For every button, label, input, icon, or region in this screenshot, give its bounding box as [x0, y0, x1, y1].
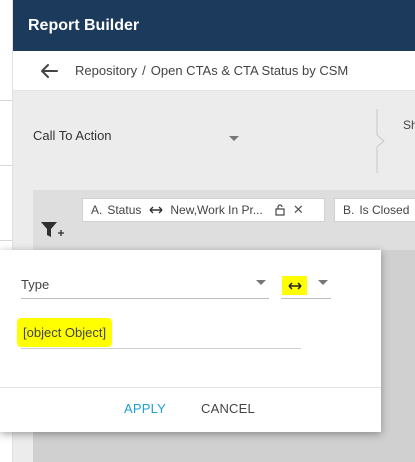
divider [0, 165, 13, 166]
double-arrow-icon [149, 206, 163, 214]
divider [0, 240, 13, 241]
apply-button[interactable]: APPLY [124, 401, 166, 416]
lock-open-icon[interactable] [275, 204, 285, 216]
caret-down-icon[interactable] [318, 280, 328, 285]
filter-field-value: Type [21, 277, 50, 292]
caret-down-icon[interactable] [229, 136, 239, 141]
breadcrumb-root[interactable]: Repository [75, 63, 137, 78]
breadcrumb-current: Open CTAs & CTA Status by CSM [150, 63, 349, 78]
filter-letter: B. [343, 203, 355, 217]
filter-chip-is-closed[interactable]: B. Is Closed [334, 198, 415, 222]
page-title: Report Builder [28, 16, 140, 34]
filter-field-label: Is Closed [359, 203, 410, 217]
caret-down-icon[interactable] [256, 280, 266, 285]
filter-value-input[interactable]: [object Object] [17, 318, 301, 349]
cancel-button[interactable]: CANCEL [201, 401, 255, 416]
filter-chip-status[interactable]: A. Status New,Work In Pr... ✕ [82, 198, 325, 222]
next-step-label[interactable]: Sh [403, 118, 415, 132]
filter-add-icon[interactable] [40, 220, 66, 245]
filter-field-label: Status [107, 203, 142, 217]
divider [0, 387, 381, 388]
source-object-select[interactable]: Call To Action [33, 128, 112, 143]
filter-bar: A. Status New,Work In Pr... ✕ B. Is Clos… [33, 190, 415, 250]
filter-letter: A. [91, 203, 103, 217]
filter-value-text: [object Object] [17, 318, 113, 347]
double-arrow-icon [282, 276, 307, 295]
report-builder-page: Report Builder Repository / Open CTAs & … [0, 0, 415, 462]
filter-popup: Type [object Object] APPLY CANCEL [0, 250, 381, 432]
operator-select[interactable] [281, 272, 331, 299]
filter-field-select[interactable]: Type [21, 272, 269, 299]
divider [0, 100, 13, 101]
breadcrumb-separator: / [142, 63, 146, 78]
close-icon[interactable]: ✕ [293, 202, 304, 218]
filter-value: New,Work In Pr... [170, 203, 263, 217]
back-arrow-icon[interactable] [40, 62, 60, 80]
breadcrumb: Repository / Open CTAs & CTA Status by C… [13, 51, 415, 91]
chevron-right-icon [375, 109, 387, 178]
app-header: Report Builder [13, 0, 415, 51]
